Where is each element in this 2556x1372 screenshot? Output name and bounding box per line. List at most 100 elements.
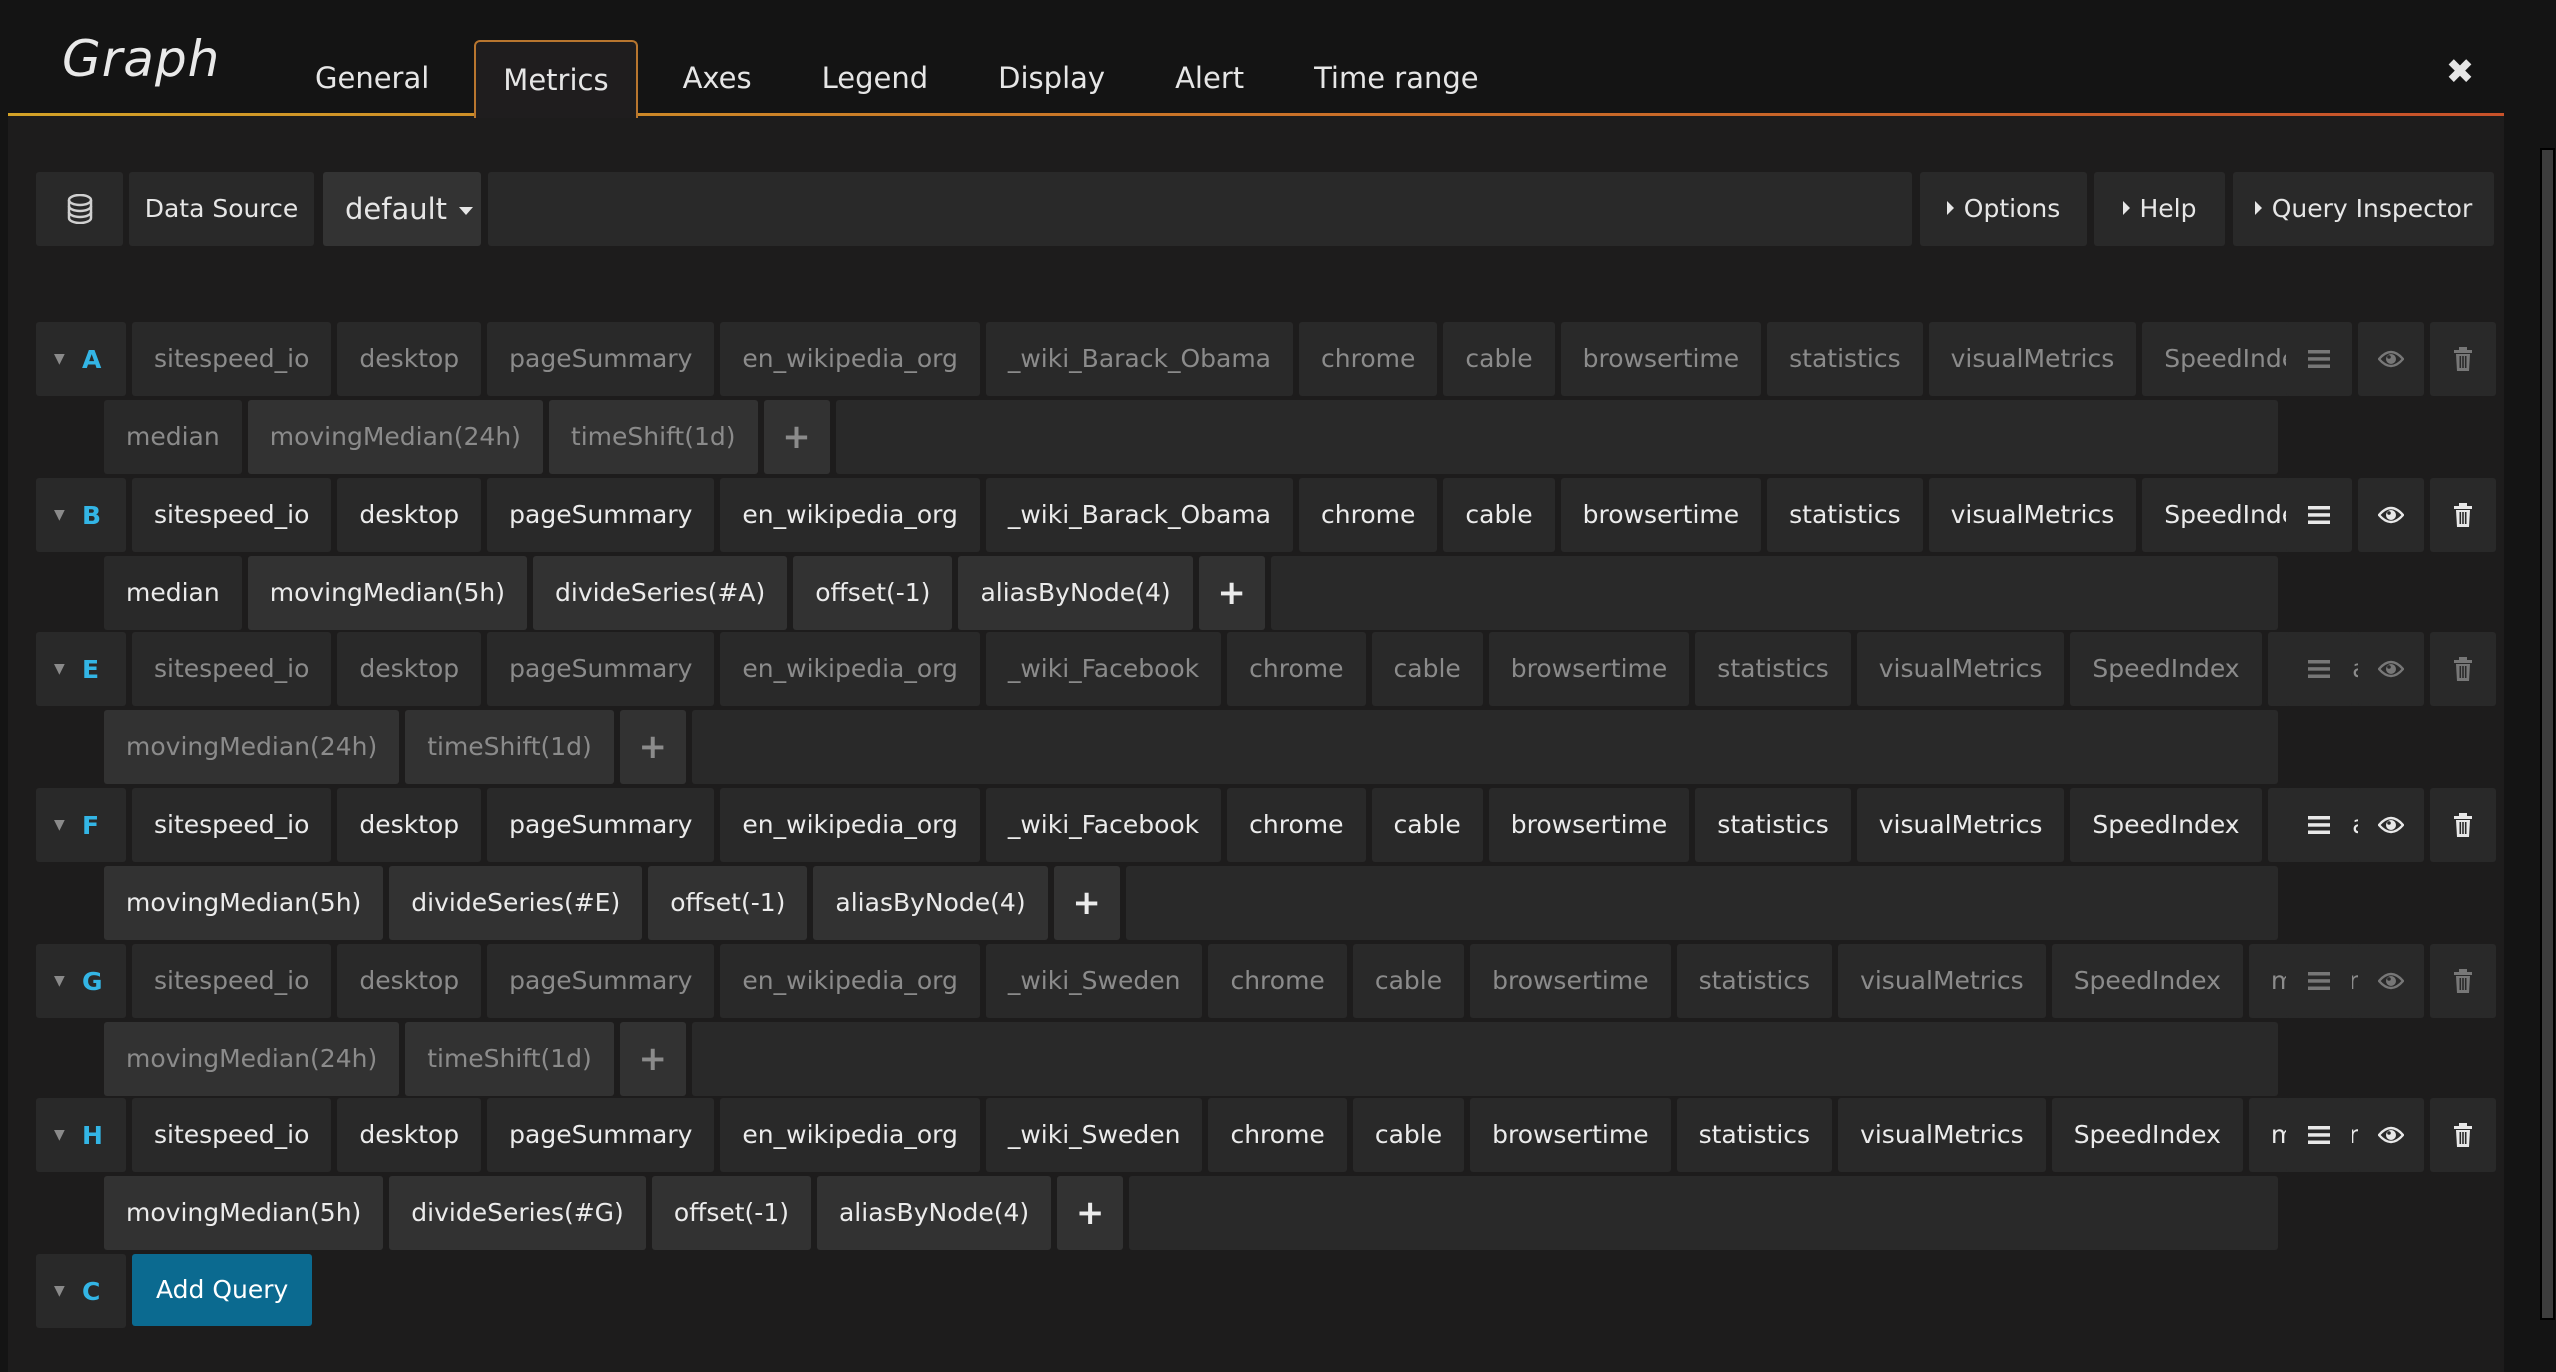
metric-segment[interactable]: browsertime	[1488, 788, 1690, 862]
function-segment[interactable]: divideSeries(#A)	[533, 556, 788, 630]
tab-metrics[interactable]: Metrics	[474, 40, 638, 118]
function-segment[interactable]: movingMedian(24h)	[104, 1022, 400, 1096]
metric-segment[interactable]: pageSummary	[487, 632, 715, 706]
scrollbar[interactable]	[2540, 148, 2555, 1320]
metric-segment[interactable]: _wiki_Facebook	[985, 788, 1222, 862]
metric-segment[interactable]: _wiki_Sweden	[985, 944, 1203, 1018]
remove-query-button[interactable]	[2430, 478, 2496, 552]
function-segment[interactable]: timeShift(1d)	[548, 400, 758, 474]
metric-segment[interactable]: SpeedIndex	[2070, 632, 2262, 706]
metric-segment[interactable]: pageSummary	[487, 322, 715, 396]
toggle-visibility-button[interactable]	[2358, 944, 2424, 1018]
metric-segment[interactable]: browsertime	[1488, 632, 1690, 706]
metric-segment[interactable]: SpeedIndex	[2051, 1098, 2243, 1172]
metric-segment[interactable]: desktop	[337, 322, 482, 396]
metric-segment[interactable]: visualMetrics	[1928, 322, 2137, 396]
remove-query-button[interactable]	[2430, 944, 2496, 1018]
function-segment[interactable]: median	[104, 556, 242, 630]
metric-segment[interactable]: sitespeed_io	[132, 478, 332, 552]
toggle-visibility-button[interactable]	[2358, 322, 2424, 396]
function-segment[interactable]: offset(-1)	[651, 1176, 811, 1250]
function-segment[interactable]: timeShift(1d)	[405, 710, 614, 784]
query-ref-toggle[interactable]: ▼ B	[36, 478, 126, 552]
add-function-button[interactable]: +	[619, 710, 686, 784]
metric-segment[interactable]: pageSummary	[487, 1098, 715, 1172]
query-ref-toggle[interactable]: ▼ F	[36, 788, 126, 862]
function-segment[interactable]: movingMedian(5h)	[104, 1176, 384, 1250]
metric-segment[interactable]: en_wikipedia_org	[720, 632, 980, 706]
query-menu-button[interactable]	[2286, 1098, 2352, 1172]
toggle-visibility-button[interactable]	[2358, 788, 2424, 862]
metric-segment[interactable]: visualMetrics	[1856, 632, 2065, 706]
metric-segment[interactable]: browsertime	[1470, 944, 1671, 1018]
metric-segment[interactable]: sitespeed_io	[132, 1098, 332, 1172]
query-inspector-button[interactable]: Query Inspector	[2233, 172, 2494, 246]
help-button[interactable]: Help	[2094, 172, 2225, 246]
add-function-button[interactable]: +	[1053, 866, 1120, 940]
metric-segment[interactable]: chrome	[1299, 478, 1438, 552]
query-ref-toggle[interactable]: ▼ G	[36, 944, 126, 1018]
tab-general[interactable]: General	[290, 40, 454, 114]
metric-segment[interactable]: pageSummary	[487, 788, 715, 862]
function-segment[interactable]: aliasByNode(4)	[813, 866, 1048, 940]
tab-alert[interactable]: Alert	[1150, 40, 1269, 114]
query-menu-button[interactable]	[2286, 478, 2352, 552]
metric-segment[interactable]: chrome	[1208, 944, 1347, 1018]
tab-time-range[interactable]: Time range	[1289, 40, 1504, 114]
query-menu-button[interactable]	[2286, 788, 2352, 862]
add-query-button[interactable]: Add Query	[132, 1254, 313, 1326]
metric-segment[interactable]: _wiki_Facebook	[985, 632, 1222, 706]
add-function-button[interactable]: +	[1057, 1176, 1124, 1250]
metric-segment[interactable]: chrome	[1299, 322, 1438, 396]
function-segment[interactable]: movingMedian(5h)	[104, 866, 384, 940]
metric-segment[interactable]: statistics	[1767, 478, 1923, 552]
metric-segment[interactable]: desktop	[337, 478, 482, 552]
query-ref-toggle[interactable]: ▼ H	[36, 1098, 126, 1172]
query-ref-toggle[interactable]: ▼ A	[36, 322, 126, 396]
function-segment[interactable]: movingMedian(24h)	[247, 400, 543, 474]
metric-segment[interactable]: _wiki_Sweden	[985, 1098, 1203, 1172]
metric-segment[interactable]: pageSummary	[487, 944, 715, 1018]
metric-segment[interactable]: desktop	[337, 788, 482, 862]
metric-segment[interactable]: chrome	[1227, 788, 1366, 862]
metric-segment[interactable]: statistics	[1767, 322, 1923, 396]
metric-segment[interactable]: _wiki_Barack_Obama	[985, 478, 1294, 552]
add-function-button[interactable]: +	[763, 400, 830, 474]
tab-display[interactable]: Display	[973, 40, 1130, 114]
remove-query-button[interactable]	[2430, 788, 2496, 862]
scrollbar-thumb[interactable]	[2542, 150, 2553, 1318]
metric-segment[interactable]: statistics	[1676, 1098, 1833, 1172]
remove-query-button[interactable]	[2430, 632, 2496, 706]
toggle-visibility-button[interactable]	[2358, 1098, 2424, 1172]
metric-segment[interactable]: en_wikipedia_org	[720, 944, 980, 1018]
options-button[interactable]: Options	[1920, 172, 2087, 246]
metric-segment[interactable]: en_wikipedia_org	[720, 1098, 980, 1172]
tab-legend[interactable]: Legend	[797, 40, 954, 114]
metric-segment[interactable]: visualMetrics	[1928, 478, 2137, 552]
metric-segment[interactable]: statistics	[1695, 632, 1851, 706]
function-segment[interactable]: aliasByNode(4)	[958, 556, 1193, 630]
metric-segment[interactable]: browsertime	[1470, 1098, 1671, 1172]
metric-segment[interactable]: cable	[1443, 322, 1555, 396]
metric-segment[interactable]: browsertime	[1560, 322, 1762, 396]
datasource-select[interactable]: default	[323, 172, 481, 246]
tab-axes[interactable]: Axes	[658, 40, 777, 114]
metric-segment[interactable]: visualMetrics	[1838, 944, 2046, 1018]
metric-segment[interactable]: statistics	[1695, 788, 1851, 862]
metric-segment[interactable]: _wiki_Barack_Obama	[985, 322, 1294, 396]
toggle-visibility-button[interactable]	[2358, 478, 2424, 552]
close-icon[interactable]: ✖	[2444, 55, 2476, 89]
metric-segment[interactable]: cable	[1352, 944, 1465, 1018]
metric-segment[interactable]: cable	[1371, 788, 1483, 862]
toggle-visibility-button[interactable]	[2358, 632, 2424, 706]
function-segment[interactable]: movingMedian(24h)	[104, 710, 400, 784]
metric-segment[interactable]: visualMetrics	[1838, 1098, 2046, 1172]
metric-segment[interactable]: browsertime	[1560, 478, 1762, 552]
metric-segment[interactable]: SpeedIndex	[2051, 944, 2243, 1018]
metric-segment[interactable]: sitespeed_io	[132, 632, 332, 706]
metric-segment[interactable]: pageSummary	[487, 478, 715, 552]
add-function-button[interactable]: +	[619, 1022, 686, 1096]
metric-segment[interactable]: en_wikipedia_org	[720, 322, 980, 396]
query-menu-button[interactable]	[2286, 322, 2352, 396]
function-segment[interactable]: divideSeries(#G)	[389, 1176, 646, 1250]
